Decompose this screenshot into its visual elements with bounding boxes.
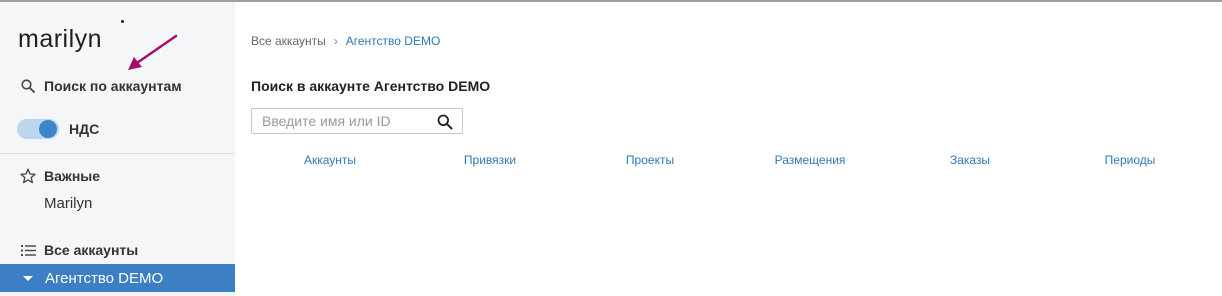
search-icon [20,78,36,94]
vat-toggle[interactable] [17,119,59,139]
tab-accounts[interactable]: Аккаунты [304,153,356,167]
tab-periods[interactable]: Периоды [1105,153,1156,167]
vat-label: НДС [69,121,100,137]
breadcrumb-separator: › [333,34,338,48]
vat-toggle-row[interactable]: НДС [17,119,99,139]
search-icon[interactable] [437,114,453,130]
active-account-item[interactable]: Агентство DEMO [0,264,235,292]
account-search-link[interactable]: Поиск по аккаунтам [20,78,182,94]
tab-projects[interactable]: Проекты [626,153,674,167]
list-icon [20,242,36,258]
account-search-label: Поиск по аккаунтам [44,78,182,94]
account-search-box [251,108,463,134]
search-input[interactable] [252,109,432,133]
all-accounts-link[interactable]: Все аккаунты [20,242,138,258]
breadcrumb: Все аккаунты › Агентство DEMO [251,34,440,48]
favorites-label: Важные [44,168,101,184]
active-account-label: Агентство DEMO [45,269,164,287]
page-title: Поиск в аккаунте Агентство DEMO [251,78,491,94]
breadcrumb-current[interactable]: Агентство DEMO [346,34,441,48]
logo-dot [121,20,124,23]
all-accounts-label: Все аккаунты [44,242,139,258]
sidebar: marilyn Поиск по аккаунтам НДС Важные Ma… [0,2,235,296]
sidebar-divider [0,153,235,154]
favorite-item-marilyn[interactable]: Marilyn [44,195,92,212]
logo[interactable]: marilyn [18,25,102,54]
breadcrumb-root[interactable]: Все аккаунты [251,34,326,48]
entity-tabs: Аккаунты Привязки Проекты Размещения Зак… [251,153,1211,169]
tab-bindings[interactable]: Привязки [464,153,516,167]
toggle-knob [39,120,57,138]
tab-placements[interactable]: Размещения [775,153,846,167]
caret-down-icon[interactable] [23,275,33,281]
annotation-arrow-icon [128,34,178,70]
star-icon [20,168,36,184]
tab-orders[interactable]: Заказы [950,153,990,167]
favorites-section[interactable]: Важные [20,168,100,184]
